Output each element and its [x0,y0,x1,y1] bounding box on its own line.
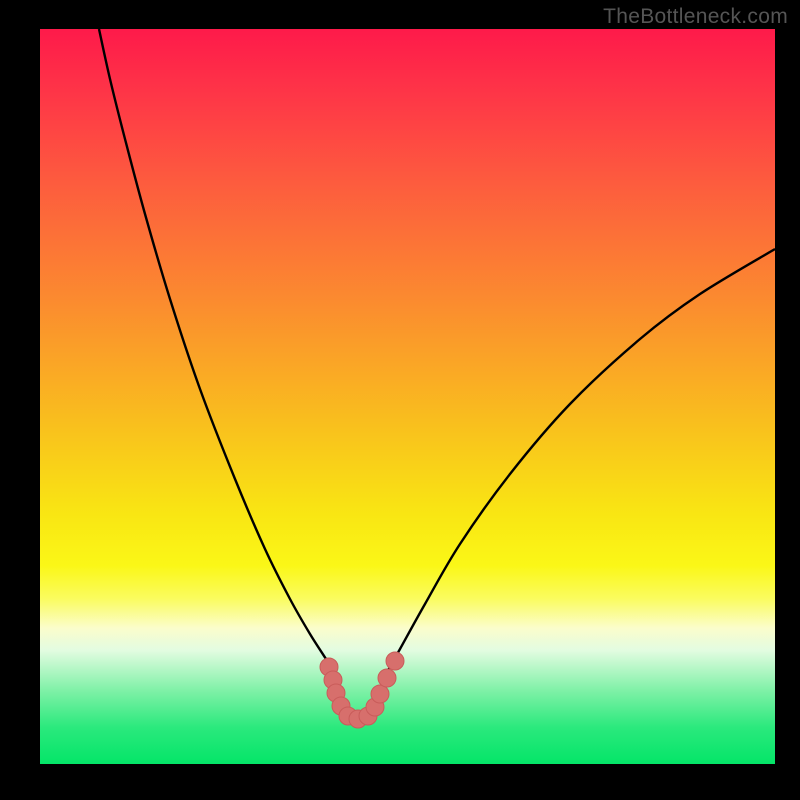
marker-group [320,652,404,728]
data-marker [378,669,396,687]
plot-area [40,29,775,764]
chart-frame: TheBottleneck.com [0,0,800,800]
right-bottleneck-curve [386,249,775,674]
data-marker [386,652,404,670]
left-bottleneck-curve [99,29,335,674]
watermark-text: TheBottleneck.com [603,5,788,29]
data-marker [371,685,389,703]
chart-svg [40,29,775,764]
